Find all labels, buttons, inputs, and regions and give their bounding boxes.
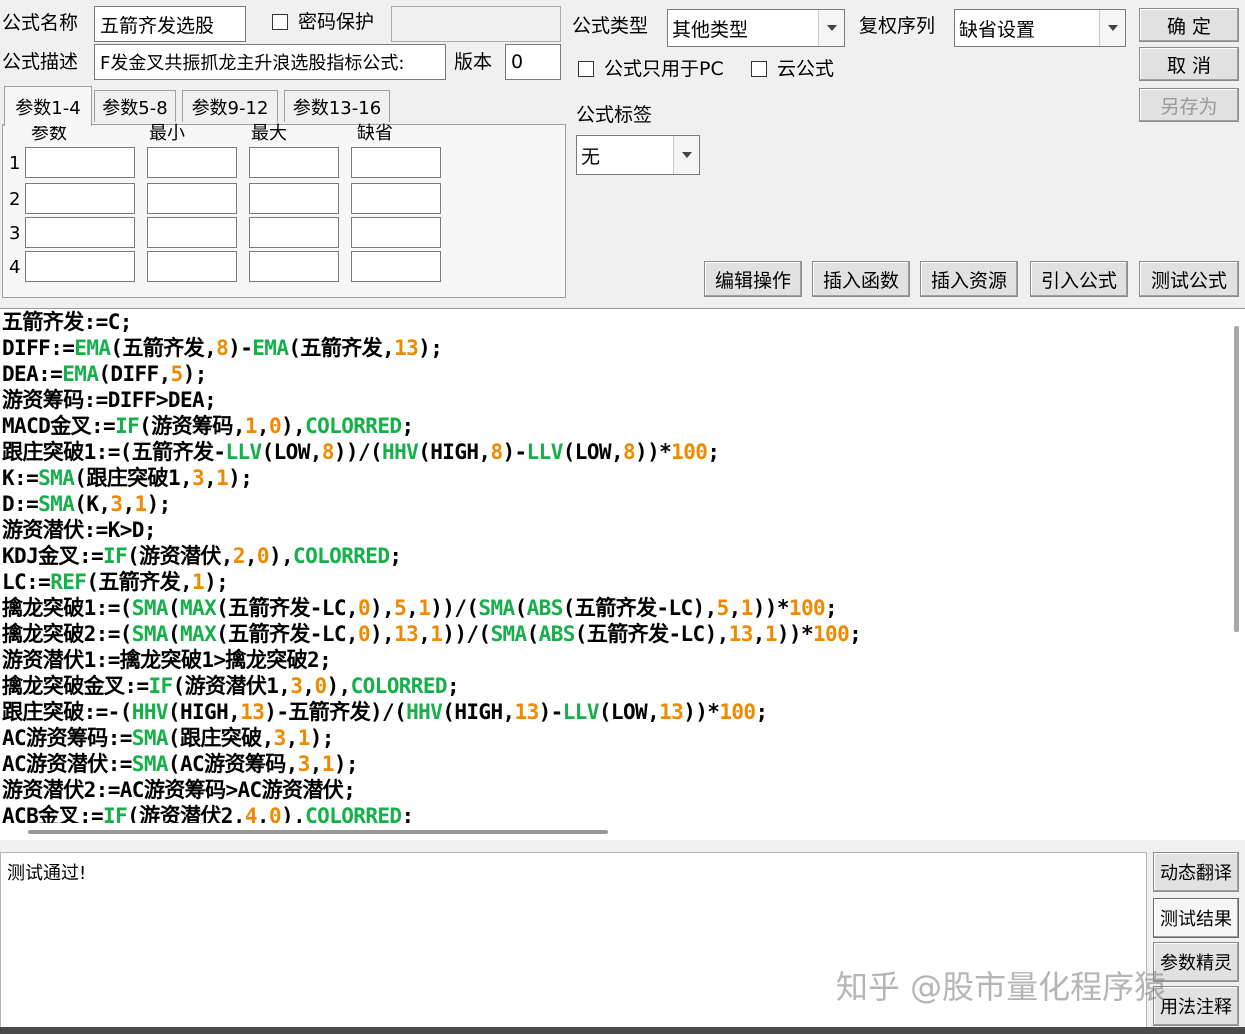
vertical-scrollbar[interactable] — [1234, 326, 1239, 632]
pc-only-checkbox[interactable] — [578, 61, 594, 77]
param-min-input[interactable] — [147, 217, 237, 248]
param-row-number: 2 — [9, 189, 21, 210]
tab-params-1-4[interactable]: 参数1-4 — [4, 86, 92, 126]
code-line: 游资筹码:=DIFF>DEA; — [2, 388, 217, 412]
formula-tag-value: 无 — [581, 145, 601, 168]
test-formula-button[interactable]: 测试公式 — [1139, 261, 1239, 297]
code-line: MACD金叉:=IF(游资筹码,1,0),COLORRED; — [2, 414, 414, 438]
param-min-input[interactable] — [147, 183, 237, 214]
param-max-input[interactable] — [249, 217, 339, 248]
formula-desc-input[interactable]: F发金叉共振抓龙主升浪选股指标公式: — [94, 44, 446, 80]
param-default-input[interactable] — [351, 251, 441, 282]
param-row-number: 1 — [9, 153, 21, 174]
code-line: 跟庄突破:=-(HHV(HIGH,13)-五箭齐发)/(HHV(HIGH,13)… — [2, 700, 768, 724]
param-default-input[interactable] — [351, 217, 441, 248]
param-row-number: 4 — [9, 257, 21, 278]
test-result-text: 测试通过! — [7, 863, 87, 884]
param-header-max: 最大 — [251, 123, 287, 144]
param-name-input[interactable] — [25, 183, 135, 214]
formula-name-label: 公式名称 — [2, 12, 79, 34]
cloud-checkbox[interactable] — [751, 61, 767, 77]
code-line: 擒龙突破1:=(SMA(MAX(五箭齐发-LC,0),5,1))/(SMA(AB… — [2, 596, 838, 620]
code-line: 擒龙突破金叉:=IF(游资潜伏1,3,0),COLORRED; — [2, 674, 460, 698]
param-header-name: 参数 — [31, 123, 67, 144]
formula-type-label: 公式类型 — [572, 15, 649, 37]
version-label: 版本 — [454, 51, 493, 73]
import-formula-button[interactable]: 引入公式 — [1030, 261, 1128, 297]
code-line: K:=SMA(跟庄突破1,3,1); — [2, 466, 253, 490]
version-input[interactable]: 0 — [505, 44, 561, 80]
usage-notes-button[interactable]: 用法注释 — [1153, 986, 1239, 1026]
formula-desc-label: 公式描述 — [2, 51, 79, 73]
chevron-down-icon[interactable] — [1099, 10, 1125, 46]
restore-label: 复权序列 — [859, 15, 936, 37]
dynamic-translate-button[interactable]: 动态翻译 — [1153, 852, 1239, 892]
code-line: D:=SMA(K,3,1); — [2, 492, 171, 516]
params-panel: 参数 最小 最大 缺省 1 2 3 4 — [2, 124, 566, 298]
tab-params-9-12[interactable]: 参数9-12 — [182, 90, 278, 122]
edit-ops-button[interactable]: 编辑操作 — [704, 261, 802, 297]
param-min-input[interactable] — [147, 251, 237, 282]
code-line: AC游资筹码:=SMA(跟庄突破,3,1); — [2, 726, 334, 750]
chevron-down-icon[interactable] — [673, 136, 699, 174]
param-default-input[interactable] — [351, 147, 441, 178]
tab-params-13-16[interactable]: 参数13-16 — [284, 90, 390, 122]
formula-tag-label: 公式标签 — [576, 104, 653, 126]
code-line: 游资潜伏2:=AC游资筹码>AC游资潜伏; — [2, 778, 356, 802]
password-input[interactable] — [391, 6, 561, 42]
param-name-input[interactable] — [25, 217, 135, 248]
param-max-input[interactable] — [249, 147, 339, 178]
code-content[interactable]: 五箭齐发:=C; DIFF:=EMA(五箭齐发,8)-EMA(五箭齐发,13); D… — [2, 309, 1214, 823]
code-line: DIFF:=EMA(五箭齐发,8)-EMA(五箭齐发,13); — [2, 336, 443, 360]
param-name-input[interactable] — [25, 147, 135, 178]
cloud-label: 云公式 — [777, 58, 835, 80]
insert-resource-button[interactable]: 插入资源 — [920, 261, 1018, 297]
cancel-button[interactable]: 取 消 — [1139, 47, 1239, 81]
pc-only-label: 公式只用于PC — [604, 58, 724, 80]
ok-button[interactable]: 确 定 — [1139, 8, 1239, 42]
param-header-min: 最小 — [149, 123, 185, 144]
restore-select[interactable]: 缺省设置 — [954, 9, 1126, 47]
param-name-input[interactable] — [25, 251, 135, 282]
param-default-input[interactable] — [351, 183, 441, 214]
param-max-input[interactable] — [249, 183, 339, 214]
password-label: 密码保护 — [298, 11, 375, 33]
code-editor[interactable]: 五箭齐发:=C; DIFF:=EMA(五箭齐发,8)-EMA(五箭齐发,13); D… — [0, 308, 1245, 840]
insert-function-button[interactable]: 插入函数 — [812, 261, 910, 297]
formula-type-select[interactable]: 其他类型 — [667, 9, 845, 47]
code-line: 擒龙突破2:=(SMA(MAX(五箭齐发-LC,0),13,1))/(SMA(A… — [2, 622, 862, 646]
code-line: DEA:=EMA(DIFF,5); — [2, 362, 207, 386]
save-as-button[interactable]: 另存为 — [1139, 88, 1239, 122]
param-min-input[interactable] — [147, 147, 237, 178]
formula-name-input[interactable]: 五箭齐发选股 — [94, 6, 246, 42]
formula-tag-select[interactable]: 无 — [576, 135, 700, 175]
code-line: 游资潜伏1:=擒龙突破1>擒龙突破2; — [2, 648, 332, 672]
param-wizard-button[interactable]: 参数精灵 — [1153, 942, 1239, 982]
code-line: ACB金叉:=IF(游资潜伏2,4,0),COLORRED; — [2, 804, 414, 823]
password-checkbox[interactable] — [272, 14, 288, 30]
bottom-strip — [0, 1027, 1245, 1034]
horizontal-scrollbar[interactable] — [28, 830, 608, 834]
param-max-input[interactable] — [249, 251, 339, 282]
test-result-panel: 测试通过! — [0, 852, 1147, 1030]
tab-params-5-8[interactable]: 参数5-8 — [94, 90, 176, 122]
test-result-button[interactable]: 测试结果 — [1153, 898, 1239, 938]
code-line: KDJ金叉:=IF(游资潜伏,2,0),COLORRED; — [2, 544, 402, 568]
code-line: LC:=REF(五箭齐发,1); — [2, 570, 229, 594]
code-line: 跟庄突破1:=(五箭齐发-LLV(LOW,8))/(HHV(HIGH,8)-LL… — [2, 440, 720, 464]
code-line: 五箭齐发:=C; — [2, 310, 132, 334]
param-header-default: 缺省 — [357, 123, 393, 144]
param-row-number: 3 — [9, 223, 21, 244]
code-line: AC游资潜伏:=SMA(AC游资筹码,3,1); — [2, 752, 359, 776]
restore-value: 缺省设置 — [959, 18, 1036, 41]
formula-type-value: 其他类型 — [672, 18, 749, 41]
chevron-down-icon[interactable] — [818, 10, 844, 46]
code-line: 游资潜伏:=K>D; — [2, 518, 156, 542]
